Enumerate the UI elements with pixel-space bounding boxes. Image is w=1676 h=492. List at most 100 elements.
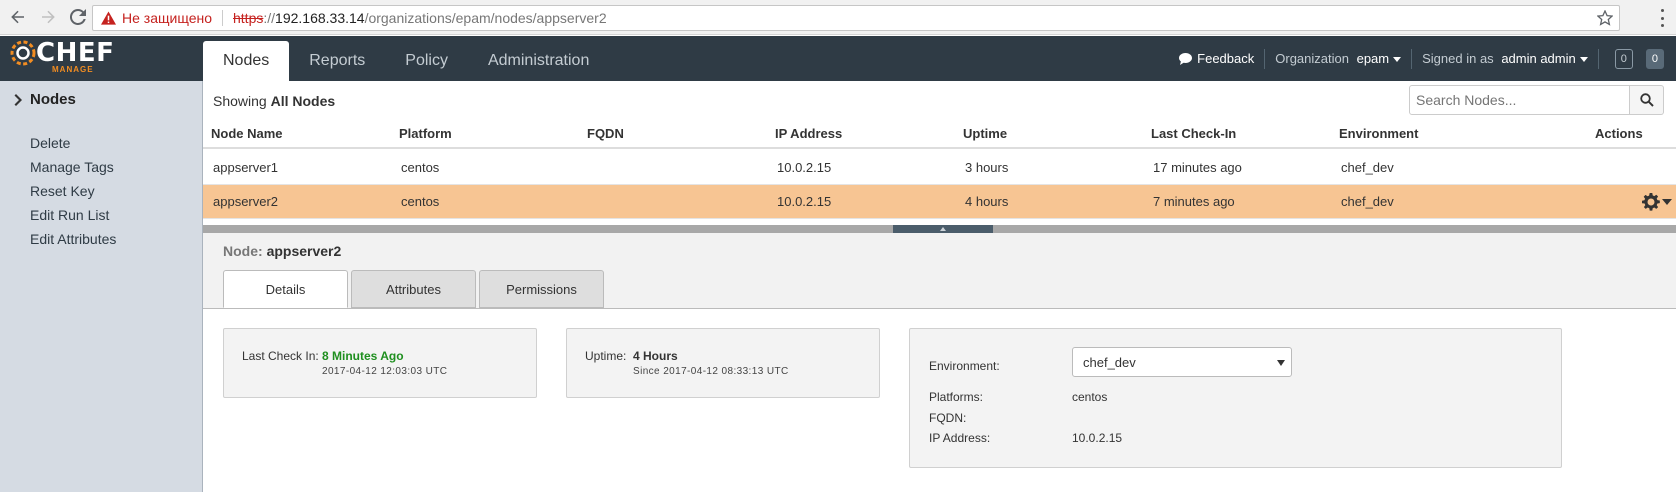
cell-ip-address: 10.0.2.15 [777, 160, 832, 175]
alert-badge[interactable]: 0 [1645, 48, 1664, 69]
chef-logo-icon [10, 40, 36, 66]
sidebar-heading[interactable]: Nodes [14, 91, 76, 108]
url-host: 192.168.33.14 [275, 10, 365, 26]
chat-bubble-icon [1179, 52, 1193, 65]
column-header-platform[interactable]: Platform [399, 119, 452, 147]
sidebar-heading-label: Nodes [30, 91, 76, 108]
search-button[interactable] [1630, 85, 1664, 115]
cell-node-name: appserver1 [213, 160, 279, 175]
feedback-label: Feedback [1197, 51, 1255, 66]
environment-select-value: chef_dev [1083, 354, 1136, 370]
search-input[interactable] [1409, 85, 1630, 115]
sidebar-item-delete[interactable]: Delete [30, 131, 116, 155]
showing-label: Showing All Nodes [213, 93, 335, 109]
cell-ip-address: 10.0.2.15 [777, 194, 832, 209]
table-header: Node Name Platform FQDN IP Address Uptim… [203, 119, 1676, 149]
back-arrow-icon[interactable] [6, 5, 30, 29]
platforms-value: centos [1072, 390, 1108, 404]
column-header-fqdn[interactable]: FQDN [587, 119, 624, 147]
main-nav: Nodes Reports Policy Administration [203, 41, 609, 81]
user-name: admin admin [1501, 51, 1576, 66]
details-tab-body: Last Check In: 8 Minutes Ago 2017-04-12 … [203, 309, 1676, 492]
forward-arrow-icon[interactable] [36, 5, 60, 29]
node-title-value: appserver2 [266, 243, 342, 259]
row-actions-menu[interactable] [1642, 193, 1672, 211]
url-scheme: https [233, 10, 264, 26]
last-check-in-timestamp: 2017-04-12 12:03:03 UTC [322, 366, 448, 377]
reload-icon[interactable] [66, 5, 90, 29]
gear-icon [1642, 193, 1660, 211]
notification-badge[interactable]: 0 [1614, 48, 1633, 69]
logo-subtitle: MANAGE [52, 65, 94, 74]
column-header-environment[interactable]: Environment [1339, 119, 1418, 147]
sidebar-item-manage-tags[interactable]: Manage Tags [30, 155, 116, 179]
fqdn-label: FQDN: [929, 411, 967, 425]
chevron-down-icon [1393, 57, 1402, 63]
last-check-in-value: 8 Minutes Ago [322, 349, 404, 363]
user-area: Feedback Organization epam Signed in as … [1179, 36, 1664, 81]
cell-node-name: appserver2 [213, 194, 279, 209]
environment-select[interactable]: chef_dev [1072, 347, 1292, 377]
user-menu[interactable]: Signed in as admin admin [1422, 51, 1588, 66]
cell-environment: chef_dev [1341, 160, 1394, 175]
header-divider [1411, 48, 1413, 69]
sidebar-actions: Delete Manage Tags Reset Key Edit Run Li… [30, 131, 116, 251]
tab-permissions[interactable]: Permissions [479, 270, 604, 308]
address-bar[interactable]: Не защищено https://192.168.33.14/organi… [92, 5, 1620, 31]
cell-platform: centos [401, 194, 440, 209]
uptime-value: 4 Hours [633, 349, 678, 363]
platforms-label: Platforms: [929, 390, 984, 404]
node-title: Node: appserver2 [223, 243, 341, 259]
last-check-in-card: Last Check In: 8 Minutes Ago 2017-04-12 … [223, 328, 537, 398]
column-header-node-name[interactable]: Node Name [211, 119, 283, 147]
app-header: CHEF MANAGE Nodes Reports Policy Adminis… [0, 36, 1676, 81]
chevron-down-icon [1579, 57, 1588, 63]
column-header-uptime[interactable]: Uptime [963, 119, 1007, 147]
org-value: epam [1356, 51, 1390, 66]
column-header-ip-address[interactable]: IP Address [775, 119, 842, 147]
cell-last-check-in: 7 minutes ago [1153, 194, 1235, 209]
table-row-selected[interactable]: appserver2 centos 10.0.2.15 4 hours 7 mi… [203, 185, 1676, 219]
browser-toolbar: Не защищено https://192.168.33.14/organi… [0, 0, 1676, 35]
ip-address-value: 10.0.2.15 [1072, 431, 1123, 445]
security-status[interactable]: Не защищено [122, 10, 212, 26]
environment-label: Environment: [929, 359, 1000, 373]
logo-text: CHEF [36, 38, 115, 68]
sidebar-item-reset-key[interactable]: Reset Key [30, 179, 116, 203]
tab-details[interactable]: Details [223, 270, 348, 308]
sidebar-item-edit-attributes[interactable]: Edit Attributes [30, 227, 116, 251]
sidebar: Nodes Delete Manage Tags Reset Key Edit … [0, 81, 203, 492]
url-path: /organizations/epam/nodes/appserver2 [364, 10, 607, 26]
org-label: Organization [1275, 51, 1349, 66]
tab-policy[interactable]: Policy [385, 41, 468, 81]
header-divider [1597, 48, 1599, 69]
star-icon[interactable] [1597, 10, 1613, 26]
detail-tabs: Details Attributes Permissions [223, 270, 607, 308]
column-header-actions: Actions [1595, 125, 1643, 141]
tab-nodes[interactable]: Nodes [203, 41, 290, 81]
sidebar-item-edit-run-list[interactable]: Edit Run List [30, 203, 116, 227]
ip-address-label: IP Address: [929, 431, 991, 445]
signed-in-label: Signed in as [1422, 51, 1494, 66]
chef-logo[interactable]: CHEF [10, 40, 114, 66]
tab-reports[interactable]: Reports [289, 41, 385, 81]
url-separator: :// [263, 10, 276, 26]
splitter-handle[interactable] [893, 225, 993, 233]
column-header-last-check-in[interactable]: Last Check-In [1151, 119, 1236, 147]
cell-environment: chef_dev [1341, 194, 1394, 209]
menu-dots-icon[interactable] [1654, 9, 1670, 27]
cell-platform: centos [401, 160, 440, 175]
table-row[interactable]: appserver1 centos 10.0.2.15 3 hours 17 m… [203, 151, 1676, 185]
uptime-since: Since 2017-04-12 08:33:13 UTC [633, 366, 789, 377]
cell-last-check-in: 17 minutes ago [1153, 160, 1242, 175]
tab-administration[interactable]: Administration [468, 41, 609, 81]
showing-value: All Nodes [270, 93, 336, 109]
org-selector[interactable]: Organization epam [1275, 51, 1402, 66]
header-divider [1264, 48, 1266, 69]
cell-uptime: 3 hours [965, 160, 1009, 175]
tab-attributes[interactable]: Attributes [351, 270, 476, 308]
last-check-in-label: Last Check In: [242, 349, 319, 363]
feedback-link[interactable]: Feedback [1179, 51, 1254, 66]
chevron-up-icon [940, 227, 946, 231]
pane-splitter[interactable] [203, 225, 1676, 233]
